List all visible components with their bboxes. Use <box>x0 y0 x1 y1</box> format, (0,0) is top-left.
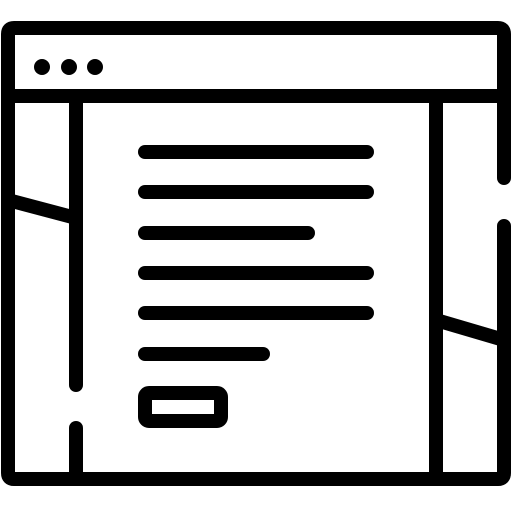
window-dot-3-icon <box>87 59 103 75</box>
window-dot-2-icon <box>61 59 77 75</box>
left-sidebar-fold-line <box>6 193 78 225</box>
right-sidebar-fold-line <box>434 313 506 347</box>
button-outline-icon <box>138 386 228 428</box>
web-page-icon-canvas <box>0 0 512 512</box>
web-page-template-icon <box>1 21 511 486</box>
window-dot-1-icon <box>34 59 50 75</box>
